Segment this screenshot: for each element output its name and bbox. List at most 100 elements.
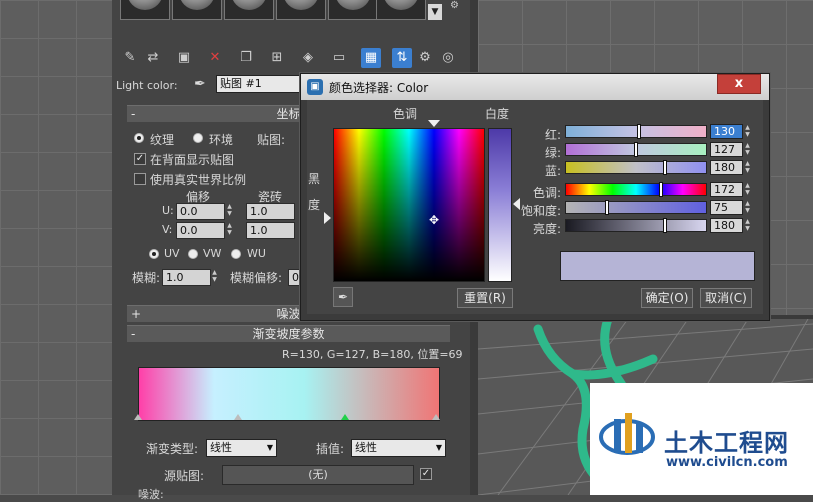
value-slider[interactable] [565, 219, 707, 232]
go-forward-icon[interactable]: ⚙ [415, 48, 435, 68]
gradient-type-label: 渐变类型: [146, 442, 199, 456]
gradient-type-dropdown[interactable]: 线性 ▼ [206, 439, 277, 457]
sample-slot[interactable] [376, 0, 426, 20]
source-map-button[interactable]: (无) [222, 465, 414, 485]
wu-radio[interactable] [231, 249, 241, 259]
interpolation-label: 插值: [316, 442, 345, 456]
blue-spinner[interactable]: ▲ ▼ [743, 160, 752, 174]
v-offset-field[interactable]: 0.0 [176, 222, 225, 239]
interpolation-dropdown[interactable]: 线性 ▼ [351, 439, 446, 457]
ramp-flag[interactable] [234, 414, 242, 420]
hue-spinner[interactable]: ▲ ▼ [743, 182, 752, 196]
saturation-slider[interactable] [565, 201, 707, 214]
red-thumb[interactable] [637, 124, 641, 139]
green-thumb[interactable] [634, 142, 638, 157]
whiteness-label: 白度 [485, 107, 510, 121]
show-map-on-back-label: 在背面显示贴图 [150, 153, 235, 167]
saturation-label: 饱和度: [521, 204, 562, 218]
red-field[interactable]: 130 [710, 124, 743, 139]
sample-slot[interactable] [224, 0, 274, 20]
gradient-ramp-rollout[interactable]: - 渐变坡度参数 [127, 325, 450, 342]
close-button[interactable]: x [717, 74, 761, 94]
side-tools-icon[interactable]: ⚙ [450, 0, 464, 34]
sample-slot[interactable] [172, 0, 222, 20]
green-label: 绿: [545, 146, 562, 160]
blue-slider[interactable] [565, 161, 707, 174]
map-name-field[interactable]: 贴图 #1 [216, 75, 303, 93]
blue-thumb[interactable] [663, 160, 667, 175]
hue-field[interactable]: 172 [710, 182, 743, 197]
get-material-icon[interactable]: ✎ [120, 48, 140, 68]
value-label: 亮度: [533, 222, 562, 236]
sample-slot[interactable] [276, 0, 326, 20]
background-checker-icon[interactable]: ▦ [361, 48, 381, 68]
show-map-icon[interactable]: ▭ [329, 48, 349, 68]
effects-channel-icon[interactable]: ◈ [298, 48, 318, 68]
go-to-parent-icon[interactable]: ⇅ [392, 48, 412, 68]
v-tiling-field[interactable]: 1.0 [246, 222, 295, 239]
value-thumb[interactable] [663, 218, 667, 233]
blackness-pointer-icon[interactable] [324, 212, 331, 224]
sample-slot[interactable] [120, 0, 170, 20]
watermark: 土木工程网 www.civilcn.com [590, 383, 813, 495]
ramp-flag[interactable] [432, 414, 440, 420]
interpolation-value: 线性 [355, 441, 377, 454]
cancel-button[interactable]: 取消(C) [700, 288, 752, 308]
value-spinner[interactable]: ▲ ▼ [743, 218, 752, 232]
hue-blackness-field[interactable] [333, 128, 485, 282]
coordinates-title: 坐标 [276, 107, 301, 121]
blur-offset-label: 模糊偏移: [230, 271, 283, 285]
assign-material-icon[interactable]: ▣ [174, 48, 194, 68]
u-offset-field[interactable]: 0.0 [176, 203, 225, 220]
put-material-icon[interactable]: ⇄ [143, 48, 163, 68]
show-map-on-back-checkbox[interactable]: ✓ [134, 153, 146, 165]
saturation-field[interactable]: 75 [710, 200, 743, 215]
ramp-flag-selected[interactable] [341, 414, 349, 420]
saturation-spinner[interactable]: ▲ ▼ [743, 200, 752, 214]
gradient-ramp[interactable] [138, 367, 440, 421]
left-viewport[interactable] [0, 0, 112, 495]
hue-slider[interactable] [565, 183, 707, 196]
blur-spinner[interactable]: ▲ ▼ [210, 269, 219, 284]
watermark-logo-icon [599, 413, 655, 455]
saturation-thumb[interactable] [605, 200, 609, 215]
blue-field[interactable]: 180 [710, 160, 743, 175]
value-field[interactable]: 180 [710, 218, 743, 233]
u-tiling-field[interactable]: 1.0 [246, 203, 295, 220]
ok-button[interactable]: 确定(O) [641, 288, 693, 308]
blur-field[interactable]: 1.0 [162, 269, 211, 286]
uv-radio[interactable] [149, 249, 159, 259]
reset-button[interactable]: 重置(R) [457, 288, 513, 308]
copy-material-icon[interactable]: ❐ [236, 48, 256, 68]
v-offset-spinner[interactable]: ▲ ▼ [225, 222, 234, 237]
green-field[interactable]: 127 [710, 142, 743, 157]
sample-slot[interactable] [328, 0, 378, 20]
material-options-icon[interactable]: ◎ [438, 48, 458, 68]
hue-pointer-icon[interactable] [428, 120, 440, 127]
noise-sub-label: 噪波: [138, 488, 164, 501]
eyedropper-icon[interactable]: ✒ [333, 287, 353, 307]
scroll-down-button[interactable]: ▼ [428, 4, 442, 20]
u-offset-spinner[interactable]: ▲ ▼ [225, 203, 234, 218]
ramp-flag[interactable] [134, 414, 142, 420]
vw-radio[interactable] [188, 249, 198, 259]
blue-label: 蓝: [545, 164, 562, 178]
red-slider[interactable] [565, 125, 707, 138]
dialog-titlebar[interactable]: ▣ 颜色选择器: Color x [301, 74, 769, 100]
environment-radio[interactable] [193, 133, 203, 143]
real-world-scale-checkbox[interactable] [134, 173, 146, 185]
delete-icon[interactable]: ✕ [205, 48, 225, 68]
texture-radio[interactable] [134, 133, 144, 143]
blackness-label-top: 黑 [308, 172, 321, 186]
blackness-label-bottom: 度 [308, 198, 321, 212]
hue-thumb[interactable] [659, 182, 663, 197]
watermark-brand: 土木工程网 [664, 429, 789, 457]
whiteness-bar[interactable] [488, 128, 512, 282]
source-map-checkbox[interactable]: ✓ [420, 468, 432, 480]
green-spinner[interactable]: ▲ ▼ [743, 142, 752, 156]
wu-label: WU [247, 247, 266, 260]
eyedropper-icon[interactable]: ✒ [194, 76, 206, 92]
whiteness-pointer-icon[interactable] [513, 198, 520, 210]
red-spinner[interactable]: ▲ ▼ [743, 124, 752, 138]
unique-icon[interactable]: ⊞ [267, 48, 287, 68]
